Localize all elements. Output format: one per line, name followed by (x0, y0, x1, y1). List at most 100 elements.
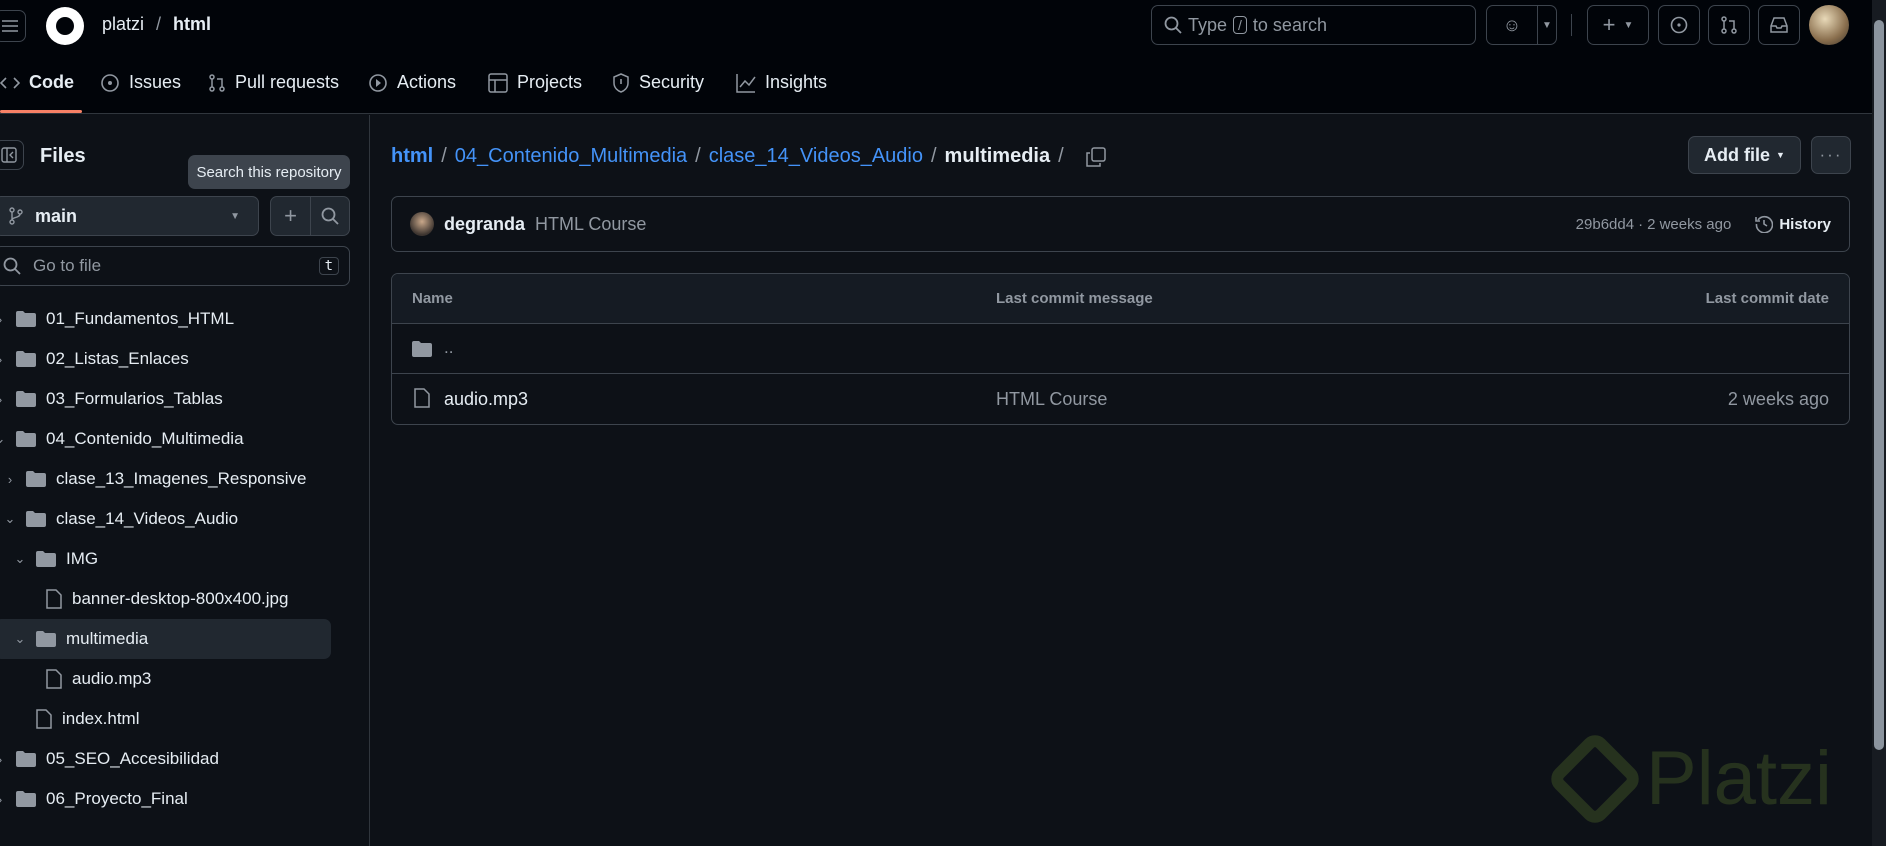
branch-name: main (35, 205, 78, 226)
tab-label: Issues (129, 72, 182, 92)
more-options-button[interactable]: ··· (1811, 136, 1851, 174)
chevron-right-icon[interactable]: › (4, 472, 16, 487)
tree-item-label: 03_Formularios_Tablas (46, 389, 223, 408)
file-icon (36, 709, 52, 729)
chevron-right-icon[interactable]: › (0, 312, 6, 327)
history-link[interactable]: History (1755, 215, 1831, 233)
tree-item[interactable]: › 01_Fundamentos_HTML (0, 299, 331, 339)
commit-author[interactable]: degranda (444, 214, 525, 235)
breadcrumb-link[interactable]: html (391, 145, 433, 168)
chevron-right-icon[interactable]: › (0, 352, 6, 367)
file-icon (46, 669, 62, 689)
breadcrumb-link[interactable]: clase_14_Videos_Audio (709, 145, 923, 168)
breadcrumb: html / 04_Contenido_Multimedia / clase_1… (391, 145, 1106, 168)
tree-item[interactable]: index.html (0, 699, 331, 739)
platzi-watermark: Platzi (1545, 729, 1832, 828)
tree-item[interactable]: › 02_Listas_Enlaces (0, 339, 331, 379)
copilot-button[interactable]: ☺ (1486, 5, 1538, 45)
branch-icon (9, 207, 23, 225)
tree-item[interactable]: ⌄ IMG (0, 539, 331, 579)
add-file-label: Add file (1704, 144, 1771, 165)
owner-link[interactable]: platzi (102, 14, 144, 35)
global-header: platzi / html Type / to search ☺ ▼ + ▼ Co… (0, 0, 1872, 114)
folder-icon (26, 471, 46, 487)
menu-button[interactable] (0, 10, 26, 42)
tree-item[interactable]: › 05_SEO_Accesibilidad (0, 739, 331, 779)
folder-icon (16, 791, 36, 807)
platzi-logo-icon (1545, 729, 1645, 828)
code-icon (0, 76, 20, 89)
tab-security[interactable]: Security (612, 72, 704, 93)
search-repo-button[interactable] (310, 196, 350, 236)
tree-item[interactable]: › 06_Proyecto_Final (0, 779, 331, 819)
plus-icon: + (1602, 12, 1616, 37)
tree-item-label: index.html (62, 709, 140, 728)
tree-item[interactable]: audio.mp3 (0, 659, 331, 699)
search-input[interactable]: Type / to search (1151, 5, 1476, 45)
file-name-link[interactable]: audio.mp3 (444, 389, 528, 410)
parent-directory-row[interactable]: .. (392, 324, 1849, 374)
breadcrumb-link[interactable]: 04_Contenido_Multimedia (455, 145, 687, 168)
commit-message-link[interactable]: HTML Course (996, 389, 1107, 410)
folder-open-icon (36, 631, 56, 647)
repo-link[interactable]: html (173, 14, 211, 35)
tab-code[interactable]: Code (0, 72, 74, 93)
tree-item[interactable]: › 03_Formularios_Tablas (0, 379, 331, 419)
pull-requests-button[interactable] (1708, 5, 1750, 45)
breadcrumb-separator: / (1058, 145, 1064, 167)
column-header-message: Last commit message (996, 290, 1153, 307)
author-avatar (410, 212, 434, 236)
tree-item-label: multimedia (66, 629, 149, 648)
chevron-down-icon[interactable]: ⌄ (0, 431, 6, 447)
avatar[interactable] (1809, 5, 1849, 45)
plus-icon: + (284, 203, 297, 228)
copy-icon[interactable] (1085, 146, 1106, 167)
tree-item[interactable]: › clase_13_Imagenes_Responsive (0, 459, 331, 499)
tree-item-label: 02_Listas_Enlaces (46, 349, 189, 368)
breadcrumb-current: multimedia (944, 145, 1051, 167)
tab-issues[interactable]: Issues (100, 72, 181, 93)
chevron-right-icon[interactable]: › (0, 752, 6, 767)
parent-directory-link[interactable]: .. (444, 338, 453, 358)
tab-label: Pull requests (235, 72, 340, 92)
chevron-right-icon[interactable]: › (0, 392, 6, 407)
shield-icon (613, 72, 629, 93)
inbox-button[interactable] (1758, 5, 1800, 45)
issues-button[interactable] (1658, 5, 1700, 45)
go-to-file-input[interactable]: Go to file t (0, 246, 350, 286)
tab-actions[interactable]: Actions (368, 72, 456, 93)
chevron-down-icon[interactable]: ⌄ (14, 631, 26, 647)
commit-message[interactable]: HTML Course (535, 214, 646, 235)
collapse-sidebar-button[interactable] (0, 140, 24, 170)
add-file-dropdown[interactable]: Add file ▼ (1688, 136, 1801, 174)
folder-icon (16, 351, 36, 367)
chevron-down-icon[interactable]: ⌄ (4, 511, 16, 527)
scrollbar-thumb[interactable] (1874, 20, 1884, 750)
breadcrumb-separator: / (695, 145, 701, 167)
tree-item[interactable]: ⌄ 04_Contenido_Multimedia (0, 419, 331, 459)
tree-item-label: 06_Proyecto_Final (46, 789, 188, 808)
tree-item[interactable]: banner-desktop-800x400.jpg (0, 579, 331, 619)
chevron-down-icon[interactable]: ⌄ (14, 551, 26, 567)
copilot-icon: ☺ (1502, 14, 1522, 35)
table-icon (488, 72, 508, 93)
tab-label: Insights (765, 72, 828, 92)
add-file-button[interactable]: + (270, 196, 311, 236)
chevron-right-icon[interactable]: › (0, 792, 6, 807)
tree-item[interactable]: ⌄ multimedia (0, 619, 331, 659)
commit-hash[interactable]: 29b6dd4 (1576, 216, 1634, 233)
caret-down-icon: ▼ (230, 210, 240, 222)
tab-pull-requests[interactable]: Pull requests (208, 72, 339, 93)
create-new-button[interactable]: + ▼ (1587, 5, 1649, 45)
search-placeholder: Type (1188, 14, 1228, 35)
inbox-icon (1770, 17, 1788, 33)
copilot-dropdown[interactable]: ▼ (1537, 5, 1557, 45)
branch-selector[interactable]: main ▼ (0, 196, 259, 236)
github-logo-icon[interactable] (46, 7, 84, 45)
tab-insights[interactable]: Insights (736, 72, 827, 93)
scrollbar[interactable] (1872, 0, 1886, 846)
tree-item[interactable]: ⌄ clase_14_Videos_Audio (0, 499, 331, 539)
tree-item-label: clase_13_Imagenes_Responsive (56, 469, 307, 488)
tree-item-label: banner-desktop-800x400.jpg (72, 589, 289, 608)
tab-projects[interactable]: Projects (488, 72, 582, 93)
